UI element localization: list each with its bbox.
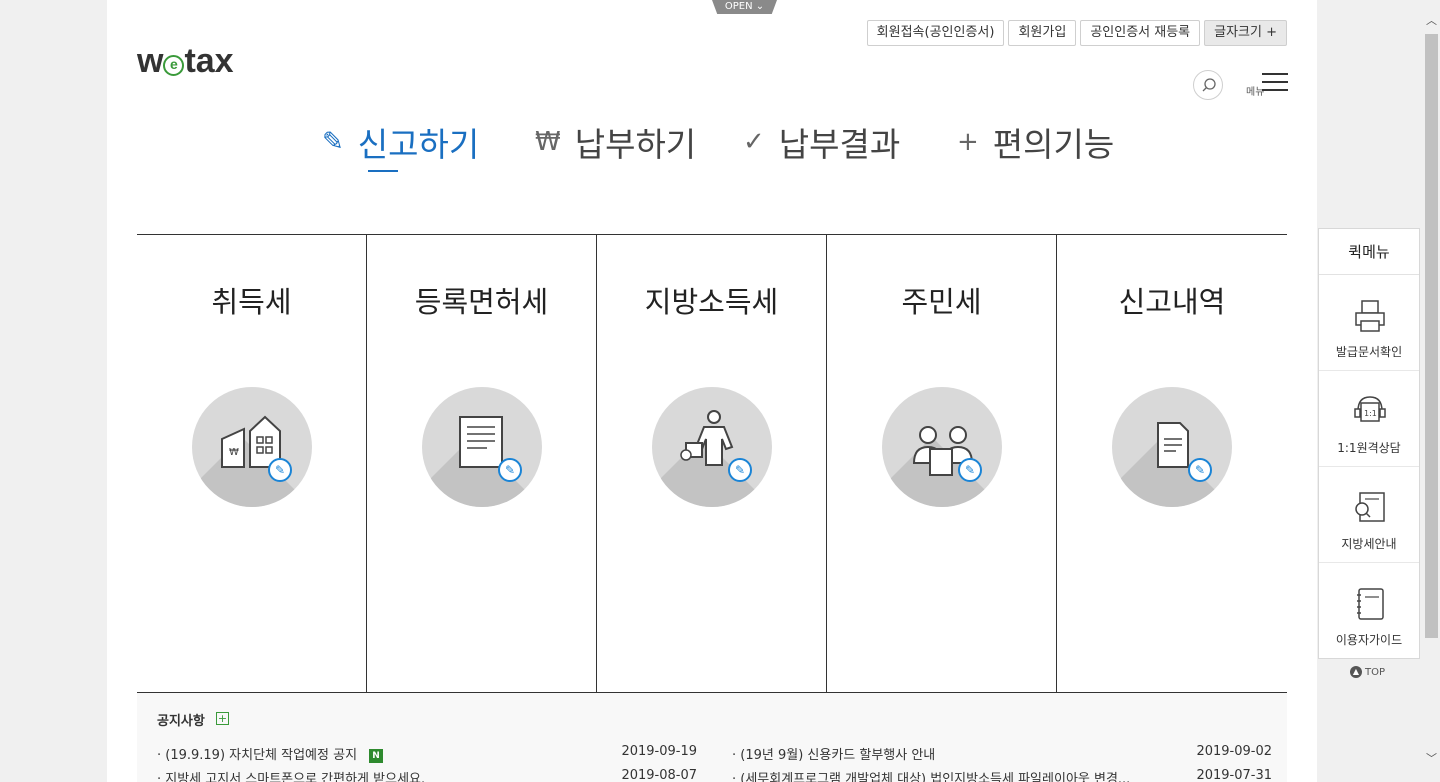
won-icon: ₩ bbox=[535, 127, 561, 157]
notice-item-text: · (19.9.19) 자치단체 작업예정 공지 bbox=[157, 748, 358, 763]
tab-convenience[interactable]: + 편의기능 bbox=[957, 118, 1114, 166]
pencil-badge-icon: ✎ bbox=[728, 458, 752, 482]
businessman-icon: ✎ bbox=[652, 387, 772, 507]
up-arrow-icon: ▲ bbox=[1350, 666, 1362, 678]
scrollbar-thumb[interactable] bbox=[1425, 34, 1438, 638]
card-title: 주민세 bbox=[901, 285, 982, 319]
tab-pay[interactable]: ₩ 납부하기 bbox=[535, 118, 696, 166]
pencil-icon: ✎ bbox=[322, 127, 344, 157]
search-icon bbox=[1202, 78, 1216, 92]
cert-reregister-button[interactable]: 공인인증서 재등록 bbox=[1080, 20, 1201, 46]
hamburger-icon bbox=[1262, 73, 1288, 97]
new-badge: N bbox=[369, 749, 384, 763]
svg-text:1:1: 1:1 bbox=[1364, 409, 1377, 418]
quick-item-label: 지방세안내 bbox=[1341, 537, 1397, 551]
notice-item-date: 2019-09-19 bbox=[621, 744, 697, 759]
tax-cards: 취득세 ₩ ✎ 등록면허세 ✎ 지방소득세 ✎ 주민세 ✎ 신고내역 ✎ bbox=[137, 234, 1287, 693]
notice-section: 공지사항 + · (19.9.19) 자치단체 작업예정 공지 N 2019-09… bbox=[137, 693, 1287, 782]
main-tabs: ✎ 신고하기 ₩ 납부하기 ✓ 납부결과 + 편의기능 bbox=[107, 118, 1317, 178]
card-resident-tax[interactable]: 주민세 ✎ bbox=[827, 235, 1057, 692]
document-icon: ✎ bbox=[422, 387, 542, 507]
card-title: 등록면허세 bbox=[414, 285, 549, 319]
open-tab[interactable]: OPEN ⌄ bbox=[712, 0, 777, 14]
search-button[interactable] bbox=[1193, 70, 1223, 100]
active-tab-underline bbox=[368, 170, 398, 172]
logo-e: e bbox=[163, 55, 185, 76]
quick-item-label: 이용자가이드 bbox=[1335, 633, 1403, 647]
people-icon: ✎ bbox=[882, 387, 1002, 507]
tab-result[interactable]: ✓ 납부결과 bbox=[743, 118, 900, 166]
card-title: 신고내역 bbox=[1118, 285, 1226, 319]
page: OPEN ⌄ w e tax 회원접속(공인인증서) 회원가입 공인인증서 재등록 … bbox=[107, 0, 1317, 782]
logo-w: w bbox=[137, 42, 164, 80]
check-icon: ✓ bbox=[743, 127, 765, 157]
printer-icon bbox=[1355, 300, 1385, 332]
magnifier-document-icon bbox=[1355, 492, 1385, 522]
tab-result-label: 납부결과 bbox=[778, 125, 901, 164]
plus-icon: + bbox=[957, 127, 979, 157]
quick-item-label: 발급문서확인 bbox=[1335, 345, 1403, 359]
notice-item[interactable]: · (19년 9월) 신용카드 할부행사 안내 2019-09-02 bbox=[732, 744, 1272, 763]
logo-tax: tax bbox=[184, 42, 234, 80]
pencil-badge-icon: ✎ bbox=[268, 458, 292, 482]
quick-menu: 퀵메뉴 발급문서확인 1:1 1:1원격상담 지방세안내 이용자가이드 bbox=[1318, 228, 1420, 659]
top-button-label: TOP bbox=[1365, 666, 1386, 678]
notice-item-text: · 지방세 고지서 스마트폰으로 간편하게 받으세요. bbox=[157, 772, 426, 782]
notice-more-icon[interactable]: + bbox=[216, 712, 229, 725]
svg-text:₩: ₩ bbox=[229, 447, 239, 458]
quick-item-local-tax-guide[interactable]: 지방세안내 bbox=[1319, 467, 1419, 563]
quick-item-user-guide[interactable]: 이용자가이드 bbox=[1319, 563, 1419, 659]
headset-icon: 1:1 bbox=[1354, 396, 1386, 422]
top-button[interactable]: ▲ TOP bbox=[1350, 666, 1385, 678]
notice-item-date: 2019-07-31 bbox=[1196, 768, 1272, 782]
login-cert-button[interactable]: 회원접속(공인인증서) bbox=[866, 20, 1005, 46]
card-local-income-tax[interactable]: 지방소득세 ✎ bbox=[597, 235, 827, 692]
notice-item-date: 2019-08-07 bbox=[621, 768, 697, 782]
file-icon: ✎ bbox=[1112, 387, 1232, 507]
tab-pay-label: 납부하기 bbox=[574, 125, 697, 164]
card-acquisition-tax[interactable]: 취득세 ₩ ✎ bbox=[137, 235, 367, 692]
signup-button[interactable]: 회원가입 bbox=[1008, 20, 1077, 46]
wetax-logo[interactable]: w e tax bbox=[137, 42, 234, 81]
notice-item[interactable]: · (세무회계프로그램 개발업체 대상) 법인지방소득세 파일레이아웃 변경..… bbox=[732, 768, 1272, 782]
notice-item-text: · (19년 9월) 신용카드 할부행사 안내 bbox=[732, 748, 936, 763]
tab-report[interactable]: ✎ 신고하기 bbox=[322, 118, 480, 172]
notice-item-date: 2019-09-02 bbox=[1196, 744, 1272, 759]
quick-item-doc-verify[interactable]: 발급문서확인 bbox=[1319, 275, 1419, 371]
card-title: 지방소득세 bbox=[644, 285, 779, 319]
font-size-button[interactable]: 글자크기 + bbox=[1204, 20, 1287, 46]
tab-report-label: 신고하기 bbox=[357, 125, 480, 164]
menu-button[interactable]: 메뉴 bbox=[1246, 73, 1288, 99]
card-title: 취득세 bbox=[211, 285, 292, 319]
scroll-up-arrow-icon[interactable]: ︿ bbox=[1423, 12, 1440, 29]
notice-item[interactable]: · (19.9.19) 자치단체 작업예정 공지 N 2019-09-19 bbox=[157, 744, 697, 763]
pencil-badge-icon: ✎ bbox=[958, 458, 982, 482]
top-links: 회원접속(공인인증서) 회원가입 공인인증서 재등록 글자크기 + bbox=[866, 20, 1287, 46]
notice-title: 공지사항 bbox=[157, 714, 205, 729]
scroll-down-arrow-icon[interactable]: ﹀ bbox=[1423, 750, 1440, 767]
card-registration-tax[interactable]: 등록면허세 ✎ bbox=[367, 235, 597, 692]
pencil-badge-icon: ✎ bbox=[1188, 458, 1212, 482]
notebook-icon bbox=[1357, 588, 1384, 620]
pencil-badge-icon: ✎ bbox=[498, 458, 522, 482]
notice-item[interactable]: · 지방세 고지서 스마트폰으로 간편하게 받으세요. 2019-08-07 bbox=[157, 768, 697, 782]
quick-menu-title: 퀵메뉴 bbox=[1319, 229, 1419, 275]
quick-item-remote-support[interactable]: 1:1 1:1원격상담 bbox=[1319, 371, 1419, 467]
notice-item-text: · (세무회계프로그램 개발업체 대상) 법인지방소득세 파일레이아웃 변경..… bbox=[732, 772, 1131, 782]
scrollbar[interactable]: ︿ ﹀ bbox=[1423, 0, 1440, 782]
tab-convenience-label: 편의기능 bbox=[992, 125, 1115, 164]
card-report-history[interactable]: 신고내역 ✎ bbox=[1057, 235, 1287, 692]
quick-item-label: 1:1원격상담 bbox=[1337, 441, 1401, 455]
building-icon: ₩ ✎ bbox=[192, 387, 312, 507]
